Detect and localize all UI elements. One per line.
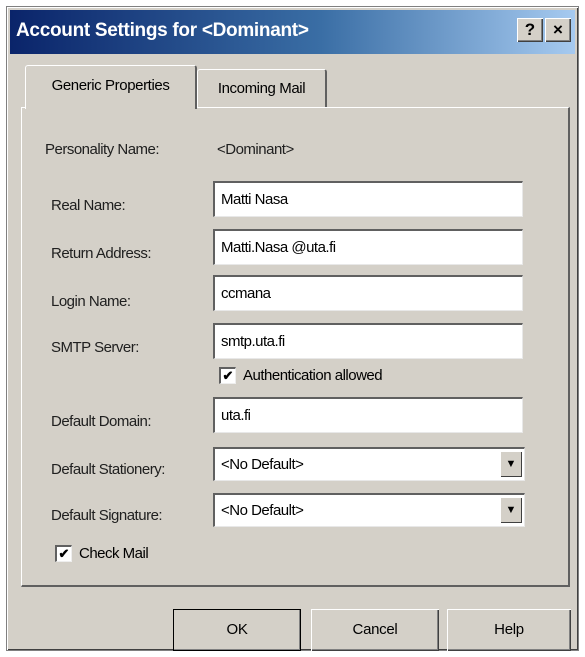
real-name-label: Real Name: <box>51 197 126 214</box>
ok-button[interactable]: OK <box>173 609 301 651</box>
default-signature-value: <No Default> <box>221 502 304 519</box>
chevron-down-icon[interactable]: ▼ <box>500 497 522 523</box>
default-stationery-value: <No Default> <box>221 456 304 473</box>
tab-incoming-mail[interactable]: Incoming Mail <box>197 69 327 107</box>
login-name-field[interactable] <box>213 275 523 311</box>
default-signature-label: Default Signature: <box>51 507 163 524</box>
personality-name-label: Personality Name: <box>45 141 160 158</box>
login-name-label: Login Name: <box>51 293 131 310</box>
smtp-server-label: SMTP Server: <box>51 339 139 356</box>
default-domain-label: Default Domain: <box>51 413 152 430</box>
authentication-label[interactable]: Authentication allowed <box>243 367 383 384</box>
cancel-button[interactable]: Cancel <box>311 609 439 651</box>
window-title: Account Settings for <Dominant> <box>16 20 309 41</box>
account-settings-dialog: Account Settings for <Dominant> ? × Gene… <box>6 6 579 651</box>
title-bar[interactable]: Account Settings for <Dominant> ? × <box>10 10 575 54</box>
return-address-field[interactable] <box>213 229 523 265</box>
default-domain-field[interactable] <box>213 397 523 433</box>
authentication-checkbox[interactable]: ✔ <box>219 367 236 384</box>
close-button[interactable]: × <box>545 18 571 42</box>
smtp-server-field[interactable] <box>213 323 523 359</box>
default-stationery-select[interactable]: <No Default> ▼ <box>213 447 525 481</box>
help-button[interactable]: Help <box>447 609 571 651</box>
default-signature-select[interactable]: <No Default> ▼ <box>213 493 525 527</box>
tab-generic-properties[interactable]: Generic Properties <box>25 65 197 109</box>
real-name-field[interactable] <box>213 181 523 217</box>
default-stationery-label: Default Stationery: <box>51 461 165 478</box>
chevron-down-icon[interactable]: ▼ <box>500 451 522 477</box>
personality-name-value: <Dominant> <box>217 141 294 158</box>
help-title-button[interactable]: ? <box>517 18 543 42</box>
check-mail-label[interactable]: Check Mail <box>79 545 149 562</box>
check-mail-checkbox[interactable]: ✔ <box>55 545 72 562</box>
return-address-label: Return Address: <box>51 245 152 262</box>
